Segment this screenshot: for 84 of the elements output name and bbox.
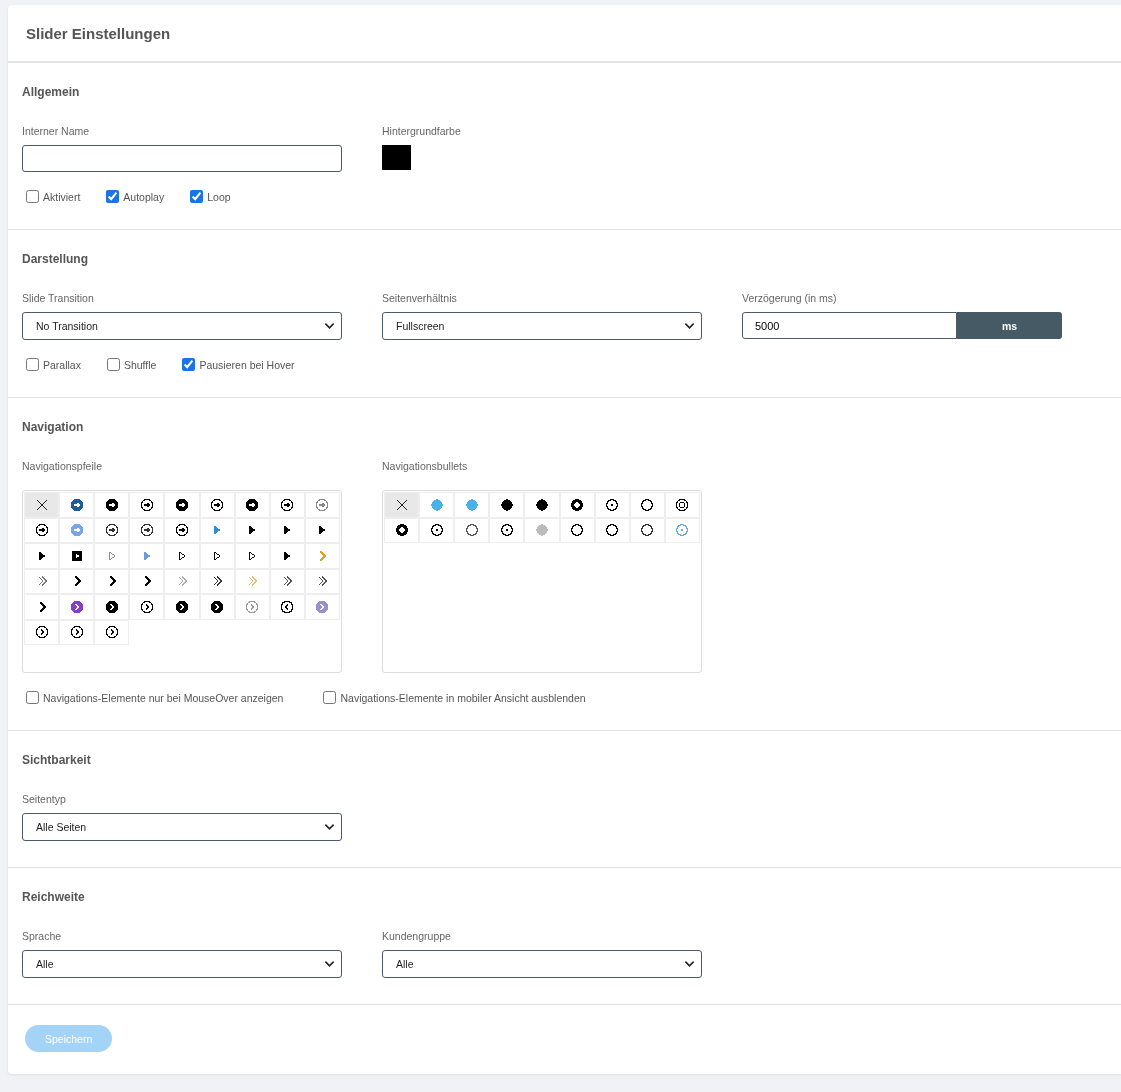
caret-icon [684, 322, 695, 330]
style-option[interactable] [59, 619, 95, 645]
style-option[interactable] [24, 619, 60, 645]
checkbox-label: Aktiviert [43, 190, 81, 203]
checkbox-label: Pausieren bei Hover [199, 358, 295, 371]
field-label: Slide Transition [22, 292, 94, 304]
field-label: Navigationsbullets [382, 460, 468, 472]
name-input[interactable] [22, 145, 342, 172]
style-option[interactable] [129, 568, 165, 594]
section-heading: Navigation [22, 420, 85, 434]
field-label: Navigationspfeile [22, 460, 102, 472]
checkbox[interactable] [26, 358, 39, 371]
style-option[interactable] [269, 543, 305, 569]
checkbox[interactable] [182, 358, 196, 371]
section-heading: Darstellung [22, 252, 89, 266]
style-option[interactable] [629, 492, 665, 518]
section-heading: Allgemein [22, 85, 81, 99]
style-option[interactable] [164, 517, 200, 543]
checkbox-label: Shuffle [123, 358, 157, 371]
dropdown[interactable]: No Transition [22, 312, 342, 340]
style-option[interactable] [129, 594, 165, 620]
checkbox[interactable] [106, 190, 120, 203]
caret-icon [324, 960, 335, 968]
style-option[interactable] [384, 517, 420, 543]
caret-icon [684, 960, 695, 968]
field-label: Seitenverhältnis [382, 292, 457, 304]
delay-input[interactable]: 5000 [742, 312, 957, 339]
style-option[interactable] [94, 594, 130, 620]
style-option[interactable] [234, 492, 270, 518]
style-option[interactable] [94, 568, 130, 594]
checkbox[interactable] [323, 691, 337, 704]
style-option[interactable] [524, 492, 560, 518]
checkbox-label: Navigations-Elemente in mobiler Ansicht ausblenden [340, 691, 586, 704]
dropdown[interactable]: Alle [382, 950, 702, 978]
section-heading: Reichweite [22, 890, 86, 904]
style-option[interactable] [384, 492, 420, 518]
dropdown[interactable]: Alle Seiten [22, 813, 342, 841]
style-option[interactable] [59, 568, 95, 594]
unit-addon: ms [957, 312, 1062, 339]
style-option[interactable] [94, 492, 130, 518]
field-label: Hintergrundfarbe [382, 125, 461, 137]
style-option[interactable] [454, 517, 490, 543]
style-option[interactable] [269, 492, 305, 518]
style-option[interactable] [419, 517, 455, 543]
style-option[interactable] [269, 594, 305, 620]
style-option[interactable] [594, 492, 630, 518]
style-option[interactable] [164, 594, 200, 620]
field-label: Sprache [22, 930, 62, 942]
field-label: Seitentyp [22, 793, 66, 805]
style-option[interactable] [129, 492, 165, 518]
caret-icon [324, 823, 335, 831]
checkbox-label: Loop [207, 190, 231, 203]
style-option[interactable] [559, 492, 595, 518]
style-option[interactable] [59, 543, 95, 569]
checkbox[interactable] [106, 358, 120, 371]
field-label: Interner Name [22, 125, 90, 137]
field-label: Kundengruppe [382, 930, 451, 942]
page-title: Slider Einstellungen [26, 24, 171, 42]
checkbox[interactable] [190, 190, 204, 203]
style-option[interactable] [489, 517, 525, 543]
field-label: Verzögerung (in ms) [742, 292, 837, 304]
checkbox[interactable] [26, 190, 39, 203]
style-option[interactable] [24, 492, 60, 518]
section-heading: Sichtbarkeit [22, 753, 92, 767]
style-option[interactable] [489, 492, 525, 518]
style-option[interactable] [24, 543, 60, 569]
checkbox-label: Navigations-Elemente nur bei MouseOver anzeigen [43, 691, 284, 704]
checkbox-label: Autoplay [123, 190, 165, 203]
style-option[interactable] [94, 619, 130, 645]
checkbox[interactable] [26, 691, 39, 704]
style-option[interactable] [59, 492, 95, 518]
style-option[interactable] [199, 594, 235, 620]
dropdown[interactable]: Fullscreen [382, 312, 702, 340]
style-option[interactable] [24, 517, 60, 543]
dropdown[interactable]: Alle [22, 950, 342, 978]
style-option[interactable] [129, 517, 165, 543]
style-option[interactable] [164, 492, 200, 518]
color-swatch[interactable] [382, 145, 411, 170]
style-option[interactable] [199, 492, 235, 518]
style-option[interactable] [24, 594, 60, 620]
caret-icon [324, 322, 335, 330]
checkbox-label: Parallax [43, 358, 81, 371]
style-option[interactable] [664, 492, 700, 518]
style-option[interactable] [94, 517, 130, 543]
